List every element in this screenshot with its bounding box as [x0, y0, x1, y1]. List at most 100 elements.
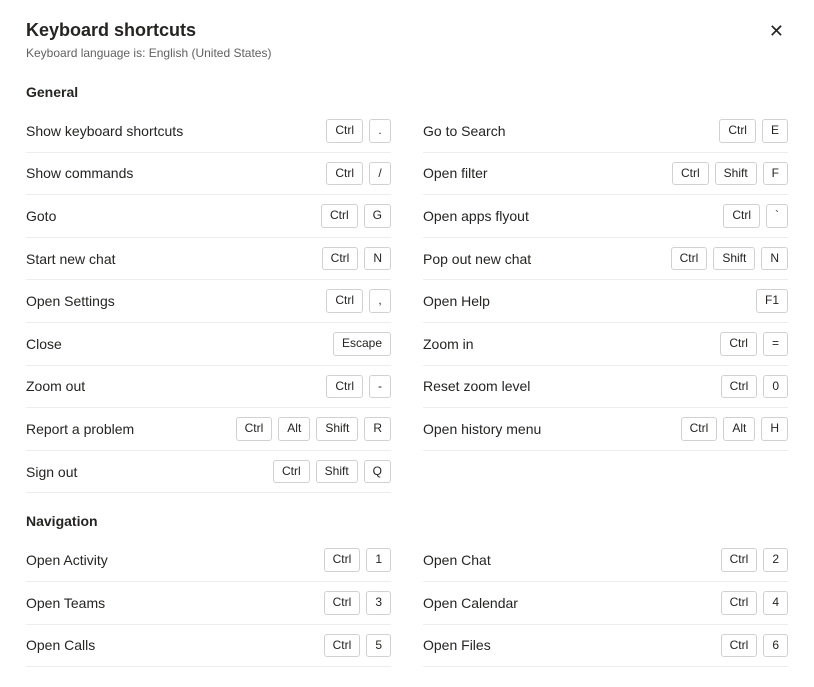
shortcut-row: Zoom inCtrl=	[423, 323, 788, 366]
shortcut-label: Show commands	[26, 165, 133, 181]
shortcut-row: Open filterCtrlShiftF	[423, 153, 788, 196]
shortcut-keys: CtrlN	[322, 247, 391, 271]
shortcut-keys: Ctrl2	[721, 548, 788, 572]
key-cap: -	[369, 375, 391, 399]
key-cap: Ctrl	[321, 204, 358, 228]
key-cap: Ctrl	[322, 247, 359, 271]
shortcut-row: Go to Search CtrlE	[423, 110, 788, 153]
key-cap: Ctrl	[672, 162, 709, 186]
key-cap: =	[763, 332, 788, 356]
shortcut-label: Go to Search	[423, 123, 506, 139]
key-cap: 5	[366, 634, 391, 658]
shortcut-row: Open apps flyout Ctrl`	[423, 195, 788, 238]
key-cap: Shift	[713, 247, 755, 271]
key-cap: Ctrl	[326, 162, 363, 186]
shortcut-columns: Show keyboard shortcuts Ctrl. Show command…	[26, 110, 788, 493]
key-cap: ,	[369, 289, 391, 313]
key-cap: Ctrl	[723, 204, 760, 228]
key-cap: Ctrl	[719, 119, 756, 143]
key-cap: 0	[763, 375, 788, 399]
key-cap: Alt	[723, 417, 755, 441]
key-cap: R	[364, 417, 391, 441]
shortcut-row: Pop out new chat CtrlShiftN	[423, 238, 788, 281]
shortcut-label: Open Calendar	[423, 595, 518, 611]
key-cap: G	[364, 204, 391, 228]
key-cap: Ctrl	[721, 591, 758, 615]
key-cap: H	[761, 417, 788, 441]
shortcut-label: Show keyboard shortcuts	[26, 123, 183, 139]
shortcut-label: Open Calls	[26, 637, 95, 653]
shortcut-label: Sign out	[26, 464, 77, 480]
section-title: Navigation	[26, 513, 788, 529]
close-icon[interactable]: ✕	[765, 20, 788, 42]
shortcut-row: Close Escape	[26, 323, 391, 366]
key-cap: Ctrl	[324, 591, 361, 615]
shortcut-row: Show keyboard shortcuts Ctrl.	[26, 110, 391, 153]
shortcut-label: Open Activity	[26, 552, 108, 568]
shortcut-row: Open Teams Ctrl3	[26, 582, 391, 625]
key-cap: Shift	[316, 460, 358, 484]
right-column: Open ChatCtrl2Open CalendarCtrl4Open Fil…	[423, 539, 788, 667]
shortcut-row: Open Activity Ctrl1	[26, 539, 391, 582]
shortcut-keys: CtrlShiftN	[671, 247, 788, 271]
key-cap: .	[369, 119, 391, 143]
dialog-header: Keyboard shortcuts ✕	[26, 20, 788, 42]
shortcut-label: Goto	[26, 208, 56, 224]
key-cap: Ctrl	[324, 548, 361, 572]
shortcut-keys: Ctrl1	[324, 548, 391, 572]
key-cap: F1	[756, 289, 788, 313]
shortcut-keys: Ctrl0	[721, 375, 788, 399]
key-cap: Ctrl	[721, 375, 758, 399]
key-cap: Escape	[333, 332, 391, 356]
key-cap: Ctrl	[720, 332, 757, 356]
key-cap: Ctrl	[721, 548, 758, 572]
shortcut-label: Open apps flyout	[423, 208, 529, 224]
shortcut-keys: CtrlShiftQ	[273, 460, 391, 484]
shortcut-row: Open FilesCtrl6	[423, 625, 788, 668]
key-cap: /	[369, 162, 391, 186]
shortcut-row: Sign out CtrlShiftQ	[26, 451, 391, 494]
shortcut-label: Open Settings	[26, 293, 115, 309]
shortcut-row: Report a problemCtrlAltShiftR	[26, 408, 391, 451]
shortcut-keys: Ctrl=	[720, 332, 788, 356]
key-cap: 1	[366, 548, 391, 572]
shortcut-keys: Ctrl5	[324, 634, 391, 658]
key-cap: 6	[763, 634, 788, 658]
shortcut-label: Open history menu	[423, 421, 541, 437]
key-cap: 2	[763, 548, 788, 572]
shortcut-label: Open Files	[423, 637, 491, 653]
section-title: General	[26, 84, 788, 100]
shortcut-keys: Escape	[333, 332, 391, 356]
dialog-subtitle: Keyboard language is: English (United St…	[26, 46, 788, 60]
key-cap: Ctrl	[671, 247, 708, 271]
key-cap: F	[763, 162, 788, 186]
shortcut-label: Pop out new chat	[423, 251, 531, 267]
key-cap: Ctrl	[326, 289, 363, 313]
shortcut-keys: Ctrl-	[326, 375, 391, 399]
shortcut-label: Reset zoom level	[423, 378, 530, 394]
shortcut-columns: Open ActivityCtrl1Open TeamsCtrl3Open Ca…	[26, 539, 788, 667]
shortcut-label: Open Teams	[26, 595, 105, 611]
key-cap: Ctrl	[326, 375, 363, 399]
right-column: Go to SearchCtrlEOpen filterCtrlShiftFOp…	[423, 110, 788, 493]
shortcut-row: Start new chatCtrlN	[26, 238, 391, 281]
shortcut-keys: Ctrl.	[326, 119, 391, 143]
dialog-title: Keyboard shortcuts	[26, 20, 196, 41]
shortcut-row: Reset zoom level Ctrl0	[423, 366, 788, 409]
shortcut-row: Show commands Ctrl/	[26, 153, 391, 196]
key-cap: Ctrl	[236, 417, 273, 441]
key-cap: N	[364, 247, 391, 271]
left-column: Show keyboard shortcuts Ctrl. Show command…	[26, 110, 391, 493]
key-cap: E	[762, 119, 788, 143]
shortcut-keys: CtrlAltH	[681, 417, 788, 441]
key-cap: Ctrl	[324, 634, 361, 658]
shortcut-label: Close	[26, 336, 62, 352]
key-cap: N	[761, 247, 788, 271]
shortcut-label: Open Help	[423, 293, 490, 309]
key-cap: Ctrl	[326, 119, 363, 143]
key-cap: Shift	[316, 417, 358, 441]
shortcut-keys: F1	[756, 289, 788, 313]
shortcut-keys: Ctrl`	[723, 204, 788, 228]
shortcut-row: Open Help F1	[423, 280, 788, 323]
key-cap: 3	[366, 591, 391, 615]
